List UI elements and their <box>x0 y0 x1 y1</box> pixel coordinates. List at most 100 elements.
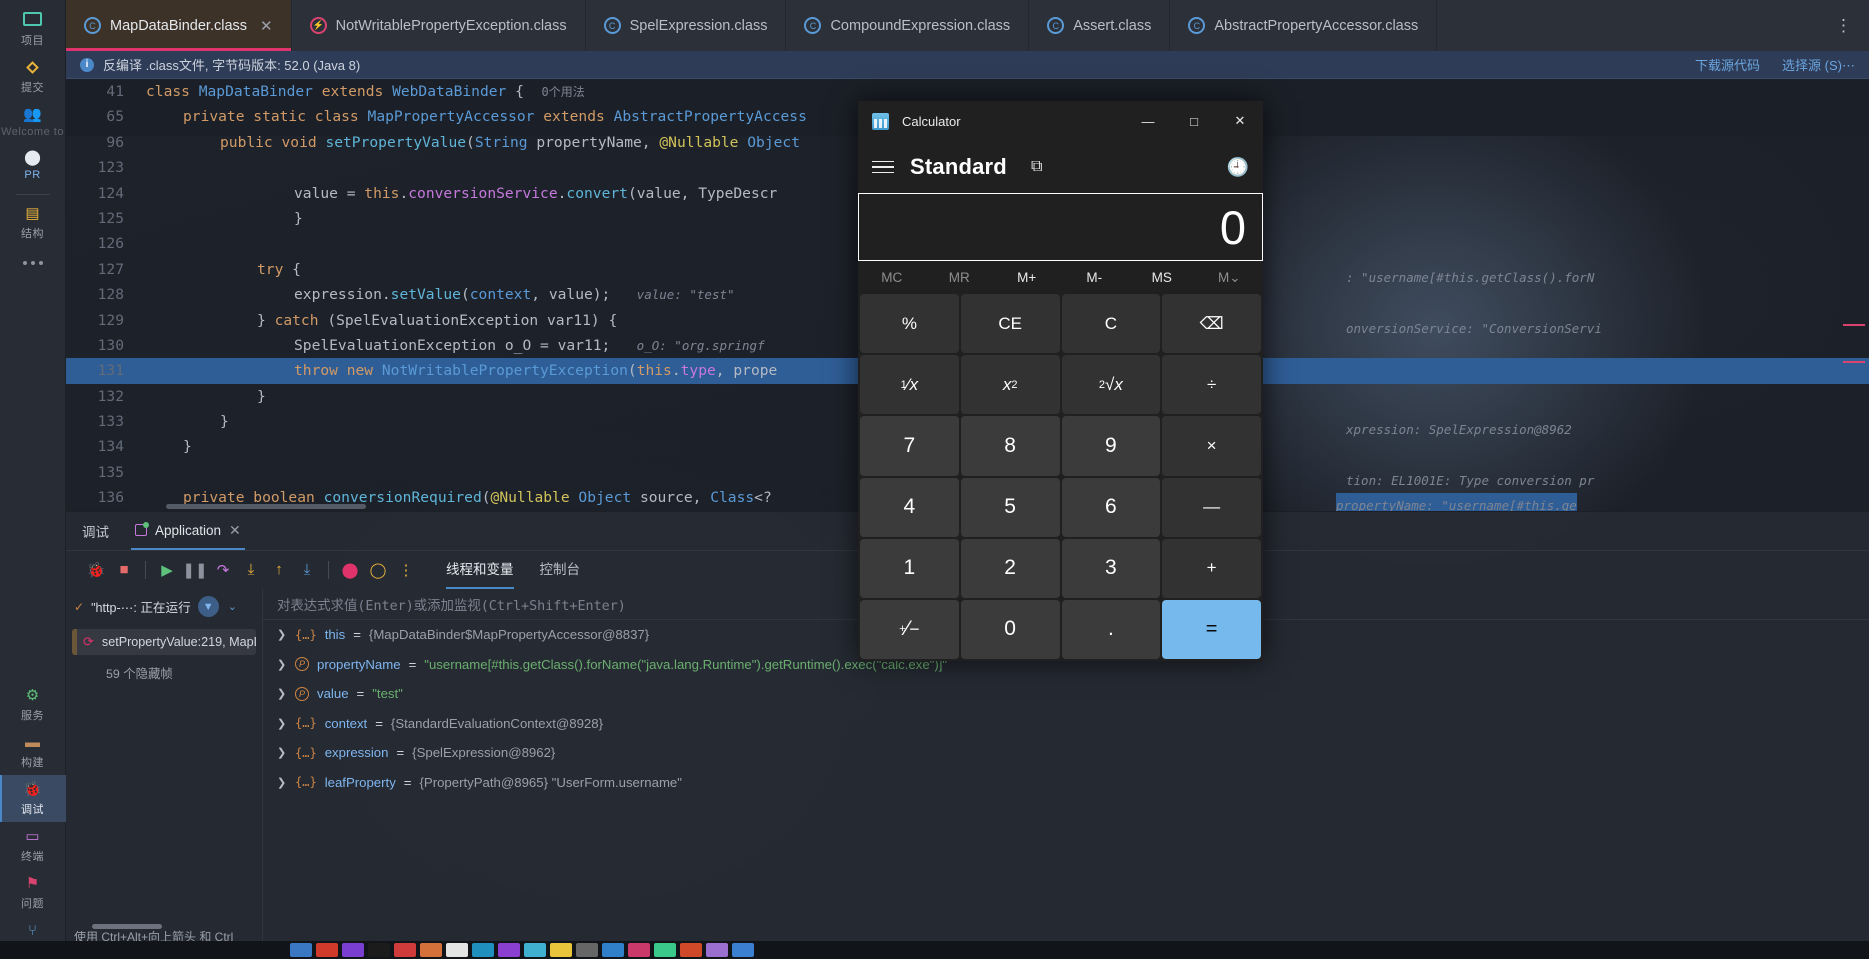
tab-overflow-button[interactable]: ⋮ <box>1819 0 1869 51</box>
close-icon[interactable]: ✕ <box>260 17 273 35</box>
taskbar-item[interactable] <box>654 943 676 957</box>
memory-button-ms[interactable]: MS <box>1128 270 1196 285</box>
sidebar-item-services[interactable]: ⚙ 服务 <box>0 681 66 728</box>
variable-row[interactable]: ❯ {…} context = {StandardEvaluationContext@8… <box>263 709 1869 739</box>
resume-icon[interactable]: ▶ <box>153 556 181 584</box>
calc-key-6[interactable]: 6 <box>1061 477 1161 537</box>
sidebar-item-welcome[interactable]: 👥 Welcome to <box>0 100 66 143</box>
calc-key-[interactable]: % <box>860 294 959 354</box>
sidebar-item-debug[interactable]: 🐞 调试 <box>0 775 66 822</box>
close-button[interactable]: ✕ <box>1217 101 1263 141</box>
sidebar-item-commit[interactable]: 提交 <box>0 53 66 100</box>
tab-compoundexpression[interactable]: C CompoundExpression.class <box>786 0 1030 51</box>
sidebar-item-more[interactable] <box>0 246 66 275</box>
calc-key-CE[interactable]: CE <box>960 294 1060 354</box>
hamburger-icon[interactable] <box>872 156 894 178</box>
calc-key-[interactable]: ⌫ <box>1162 294 1261 354</box>
memory-button-m-[interactable]: M- <box>1061 270 1129 285</box>
run-to-cursor-icon[interactable]: ↷ <box>209 556 237 584</box>
calc-key-x[interactable]: 2 √ x <box>1061 355 1161 415</box>
calculator-window[interactable]: Calculator — □ ✕ Standard ⧉ 🕘 0 MC MR M+ M-… <box>858 101 1263 661</box>
sidebar-item-structure[interactable]: ▤ 结构 <box>0 199 66 246</box>
taskbar-item[interactable] <box>368 943 390 957</box>
calc-key-0[interactable]: 0 <box>960 599 1060 659</box>
taskbar-item[interactable] <box>342 943 364 957</box>
mute-breakpoints-icon[interactable]: ◯ <box>364 556 392 584</box>
pause-icon[interactable]: ❚❚ <box>181 556 209 584</box>
editor-horizontal-scrollbar[interactable] <box>166 504 366 509</box>
calc-key-2[interactable]: 2 <box>960 538 1060 598</box>
calc-key-[interactable]: + ⁄ − <box>860 599 959 659</box>
taskbar[interactable] <box>0 941 1869 959</box>
taskbar-item[interactable] <box>732 943 754 957</box>
calc-key-9[interactable]: 9 <box>1061 416 1161 476</box>
calc-key-1[interactable]: 1 <box>860 538 959 598</box>
calculator-titlebar[interactable]: Calculator — □ ✕ <box>858 101 1263 141</box>
breakpoint-icon[interactable]: ⬤ <box>336 556 364 584</box>
debug-session-tab[interactable]: Application ✕ <box>131 512 245 550</box>
chevron-right-icon[interactable]: ❯ <box>277 717 287 730</box>
hidden-frames-label[interactable]: 59 个隐藏帧 <box>66 655 262 682</box>
calc-key-8[interactable]: 8 <box>960 416 1060 476</box>
sidebar-item-project[interactable]: 项目 <box>0 6 66 53</box>
memory-button-mr[interactable]: MR <box>926 270 994 285</box>
taskbar-item[interactable] <box>550 943 572 957</box>
thread-selector[interactable]: ✓ "http-⋯: 正在运行 ▼ ⌄ <box>66 588 262 625</box>
chevron-down-icon[interactable]: ⌄ <box>228 600 237 613</box>
taskbar-item[interactable] <box>446 943 468 957</box>
taskbar-item[interactable] <box>602 943 624 957</box>
tab-notwritablepropertyexception[interactable]: ⚡ NotWritablePropertyException.class <box>292 0 586 51</box>
filter-icon[interactable]: ▼ <box>197 596 219 617</box>
calc-key-[interactable]: — <box>1162 477 1261 537</box>
taskbar-item[interactable] <box>706 943 728 957</box>
taskbar-item[interactable] <box>472 943 494 957</box>
step-over-icon[interactable]: ⤓ <box>237 556 265 584</box>
taskbar-item[interactable] <box>420 943 442 957</box>
history-icon[interactable]: 🕘 <box>1227 157 1249 178</box>
chevron-right-icon[interactable]: ❯ <box>277 658 287 671</box>
calc-key-x[interactable]: 1 ⁄ x <box>860 355 959 415</box>
calc-key-7[interactable]: 7 <box>860 416 959 476</box>
close-icon[interactable]: ✕ <box>229 522 241 539</box>
debug-icon[interactable]: 🐞 <box>82 556 110 584</box>
calc-key-[interactable]: ÷ <box>1162 355 1261 415</box>
memory-button-m+[interactable]: M+ <box>993 270 1061 285</box>
variable-row[interactable]: ❯ {…} leafProperty = {PropertyPath@8965} "Us… <box>263 768 1869 798</box>
tab-assert[interactable]: C Assert.class <box>1029 0 1171 51</box>
taskbar-item[interactable] <box>680 943 702 957</box>
step-out-icon[interactable]: ↑ <box>265 556 293 584</box>
download-sources-link[interactable]: 下载源代码 <box>1695 55 1760 74</box>
variable-row[interactable]: ❯ Pvalue = "test" <box>263 679 1869 709</box>
maximize-button[interactable]: □ <box>1171 101 1217 141</box>
variable-row[interactable]: ❯ {…} expression = {SpelExpression@8962} <box>263 738 1869 768</box>
calc-key-x[interactable]: x2 <box>960 355 1060 415</box>
memory-button-m[interactable]: M⌄ <box>1196 270 1264 286</box>
chevron-right-icon[interactable]: ❯ <box>277 687 287 700</box>
tab-mapdatabinder[interactable]: C MapDataBinder.class ✕ <box>66 0 292 51</box>
sidebar-item-pr[interactable]: ⬤ PR <box>0 143 66 186</box>
chevron-right-icon[interactable]: ❯ <box>277 746 287 759</box>
tab-spelexpression[interactable]: C SpelExpression.class <box>586 0 787 51</box>
choose-sources-link[interactable]: 选择源 (S)⋯ <box>1782 55 1855 74</box>
calc-key-[interactable]: + <box>1162 538 1261 598</box>
calc-key-3[interactable]: 3 <box>1061 538 1161 598</box>
minimize-button[interactable]: — <box>1125 101 1171 141</box>
taskbar-item[interactable] <box>628 943 650 957</box>
calc-key-[interactable]: × <box>1162 416 1261 476</box>
keep-on-top-icon[interactable]: ⧉ <box>1031 158 1042 176</box>
tab-console[interactable]: 控制台 <box>540 551 581 589</box>
tab-abstractpropertyaccessor[interactable]: C AbstractPropertyAccessor.class <box>1170 0 1438 51</box>
chevron-right-icon[interactable]: ❯ <box>277 776 287 789</box>
calc-key-C[interactable]: C <box>1061 294 1161 354</box>
step-into-icon[interactable]: ⤓ <box>293 556 321 584</box>
taskbar-item[interactable] <box>394 943 416 957</box>
taskbar-item[interactable] <box>576 943 598 957</box>
taskbar-item[interactable] <box>316 943 338 957</box>
sidebar-item-terminal[interactable]: ▭ 终端 <box>0 822 66 869</box>
taskbar-item[interactable] <box>498 943 520 957</box>
sidebar-item-build[interactable]: ▬ 构建 <box>0 728 66 775</box>
calc-key-[interactable]: = <box>1162 599 1261 659</box>
chevron-right-icon[interactable]: ❯ <box>277 628 287 641</box>
taskbar-item[interactable] <box>290 943 312 957</box>
tab-threads-and-variables[interactable]: 线程和变量 <box>446 551 514 589</box>
